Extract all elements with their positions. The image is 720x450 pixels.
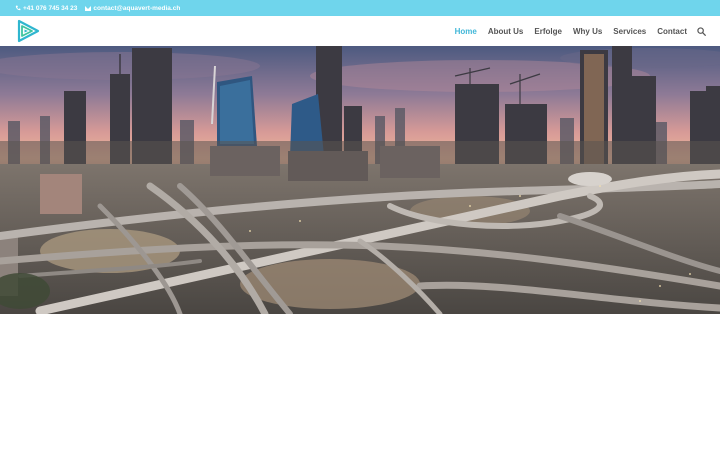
nav-services[interactable]: Services: [613, 27, 646, 36]
phone-number: +41 076 745 34 23: [23, 4, 78, 12]
site-header: Home About Us Erfolge Why Us Services Co…: [0, 16, 720, 46]
search-icon[interactable]: [697, 26, 706, 36]
nav-about-us[interactable]: About Us: [488, 27, 524, 36]
email-contact[interactable]: contact@aquavert-media.ch: [85, 5, 180, 12]
top-bar: +41 076 745 34 23 contact@aquavert-media…: [0, 0, 720, 16]
nav-contact[interactable]: Contact: [657, 27, 687, 36]
phone-contact[interactable]: +41 076 745 34 23: [15, 5, 77, 12]
nav-home[interactable]: Home: [455, 27, 477, 36]
main-nav: Home About Us Erfolge Why Us Services Co…: [444, 16, 706, 46]
hero-city-image: [0, 46, 720, 314]
mail-icon: [85, 5, 92, 11]
phone-icon: [15, 5, 21, 11]
nav-why-us[interactable]: Why Us: [573, 27, 602, 36]
email-address: contact@aquavert-media.ch: [93, 4, 181, 12]
nav-erfolge[interactable]: Erfolge: [534, 27, 562, 36]
logo-icon[interactable]: [16, 19, 41, 43]
